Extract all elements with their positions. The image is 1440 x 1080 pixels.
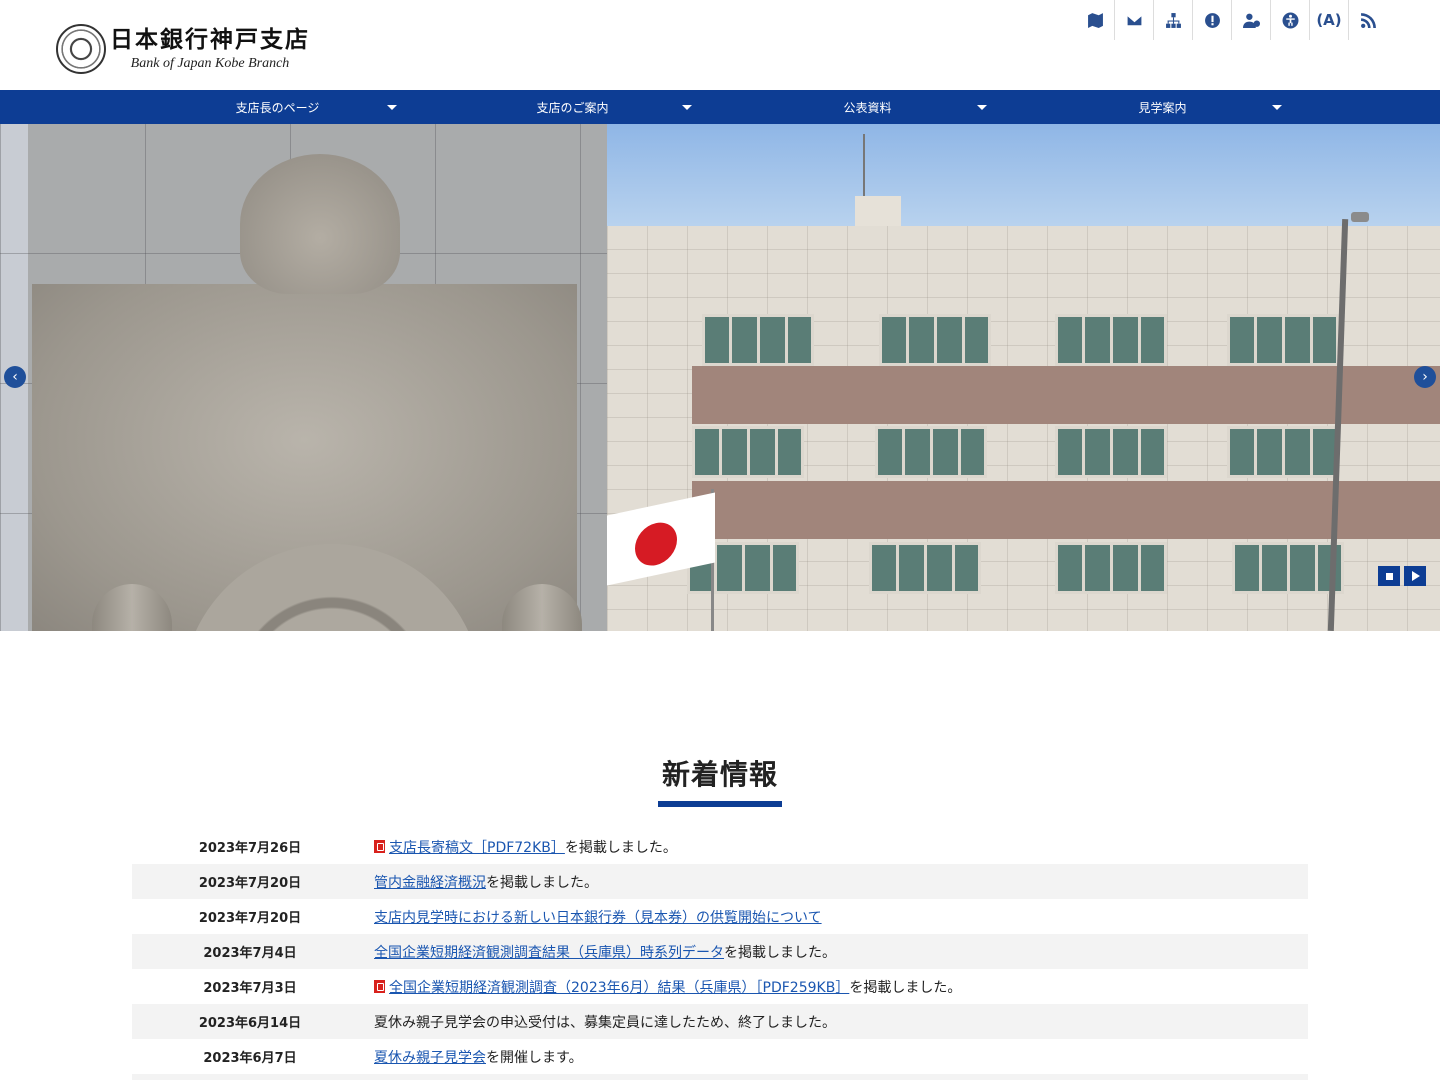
logo-title-en: Bank of Japan Kobe Branch [130,56,290,71]
nav-item-publications[interactable]: 公表資料 [720,90,1015,124]
news-text: 夏休み親子見学会の申込受付は、募集定員に達したため、終了しました。 [374,1014,836,1031]
news-link[interactable]: 支店長寄稿文［PDF72KB］ [374,839,565,856]
news-body: 管内金融経済概況を掲載しました。 [368,872,598,892]
news-text: を掲載しました。 [724,944,836,961]
news-date: 2023年7月26日 [198,841,302,856]
news-date: 2023年7月3日 [203,981,297,996]
news-body: 夏休み親子見学会を開催します。 [368,1047,583,1067]
news-heading: 新着情報 [661,758,778,791]
audio-text-icon[interactable]: (A) [1310,0,1349,40]
bank-seal-icon [56,24,106,74]
news-section: 新着情報 2023年7月26日 支店長寄稿文［PDF72KB］を掲載しました。 20… [0,631,1440,1080]
site-logo[interactable]: 日本銀行神戸支店 Bank of Japan Kobe Branch [56,24,310,74]
news-text: を掲載しました。 [486,874,598,891]
caret-down-icon [682,105,692,110]
stop-icon [1385,572,1393,580]
caret-down-icon [977,105,987,110]
slide-prev-button[interactable]: ‹ [4,366,26,388]
news-body: 全国企業短期経済観測調査結果（兵庫県）時系列データを掲載しました。 [368,942,836,962]
news-body: 夏休み親子見学会の申込受付は、募集定員に達したため、終了しました。 [368,1012,836,1032]
play-icon [1412,571,1420,581]
news-link[interactable]: 支店内見学時における新しい日本銀行券（見本券）の供覧開始について [374,910,822,926]
map-icon[interactable] [1076,0,1115,40]
news-list: 2023年7月26日 支店長寄稿文［PDF72KB］を掲載しました。 2023年7月… [132,829,1308,1080]
rss-icon[interactable] [1349,0,1388,40]
caret-down-icon [1272,105,1282,110]
news-row: 2023年6月7日 夏休み親子見学会を開催します。 [132,1039,1308,1074]
logo-title-ja: 日本銀行神戸支店 [110,26,310,53]
news-date: 2023年7月4日 [203,946,297,961]
nav-item-branch-guide[interactable]: 支店のご案内 [425,90,720,124]
utility-icon-bar: (A) [1076,0,1388,40]
news-row: 2023年7月3日 全国企業短期経済観測調査（2023年6月）結果（兵庫県）［PD… [132,969,1308,1004]
pdf-icon [374,979,385,993]
pdf-icon [374,839,385,853]
caret-down-icon [387,105,397,110]
nav-item-label: 支店のご案内 [536,100,609,115]
accessibility-icon[interactable] [1271,0,1310,40]
nav-item-label: 見学案内 [1138,100,1187,115]
news-link-text: 夏休み親子見学会 [374,1049,486,1066]
news-date: 2023年7月20日 [198,911,302,926]
news-text: を掲載しました。 [849,979,962,996]
news-link[interactable]: 全国企業短期経済観測調査（2023年6月）結果（兵庫県）［PDF259KB］ [374,979,850,996]
news-row: 2023年6月14日 夏休み親子見学会の申込受付は、募集定員に達したため、終了しま… [132,1004,1308,1039]
sitemap-icon[interactable] [1154,0,1193,40]
news-link-text: 支店内見学時における新しい日本銀行券（見本券）の供覧開始について [374,909,822,926]
nav-item-branch-manager[interactable]: 支店長のページ [130,90,425,124]
nav-item-label: 公表資料 [843,100,892,115]
news-body: 全国企業短期経済観測調査（2023年6月）結果（兵庫県）［PDF259KB］を掲… [368,977,961,997]
news-text: を開催します。 [486,1049,583,1066]
user-guide-icon[interactable] [1232,0,1271,40]
news-date: 2023年7月20日 [198,876,302,891]
news-link-text: 全国企業短期経済観測調査結果（兵庫県）時系列データ [374,944,724,961]
slide-controls [1378,566,1426,586]
news-date: 2023年6月7日 [203,1051,297,1066]
site-header: 日本銀行神戸支店 Bank of Japan Kobe Branch (A) [0,0,1440,90]
news-text: を掲載しました。 [564,839,677,856]
news-body: 支店内見学時における新しい日本銀行券（見本券）の供覧開始について [368,907,822,927]
slide-stop-button[interactable] [1378,566,1400,586]
news-link-text: 支店長寄稿文［PDF72KB］ [389,839,565,856]
news-row: 2023年7月20日 管内金融経済概況を掲載しました。 [132,864,1308,899]
news-link-text: 全国企業短期経済観測調査（2023年6月）結果（兵庫県）［PDF259KB］ [389,979,850,996]
info-icon[interactable] [1193,0,1232,40]
nav-item-tours[interactable]: 見学案内 [1015,90,1310,124]
slide-next-button[interactable]: › [1414,366,1436,388]
news-row: キャッシュレス納付推進宣言式へ出席しました。 [132,1074,1308,1080]
mail-icon[interactable] [1115,0,1154,40]
news-row: 2023年7月20日 支店内見学時における新しい日本銀行券（見本券）の供覧開始につ… [132,899,1308,934]
news-link[interactable]: 夏休み親子見学会 [374,1050,486,1066]
branch-building-photo [607,124,1440,631]
news-body: 支店長寄稿文［PDF72KB］を掲載しました。 [368,837,677,857]
nav-item-label: 支店長のページ [235,100,320,115]
slide-play-button[interactable] [1404,566,1426,586]
news-row: 2023年7月26日 支店長寄稿文［PDF72KB］を掲載しました。 [132,829,1308,864]
news-date: 2023年6月14日 [198,1016,302,1031]
news-link-text: 管内金融経済概況 [374,874,486,891]
news-link[interactable]: 管内金融経済概況 [374,875,486,891]
news-row: 2023年7月4日 全国企業短期経済観測調査結果（兵庫県）時系列データを掲載しまし… [132,934,1308,969]
global-nav: 支店長のページ 支店のご案内 公表資料 見学案内 [0,90,1440,124]
news-heading-underline [658,801,782,807]
hero-slideshow: ‹ › [0,124,1440,631]
news-link[interactable]: 全国企業短期経済観測調査結果（兵庫県）時系列データ [374,945,724,961]
stone-crest-photo [0,124,607,631]
